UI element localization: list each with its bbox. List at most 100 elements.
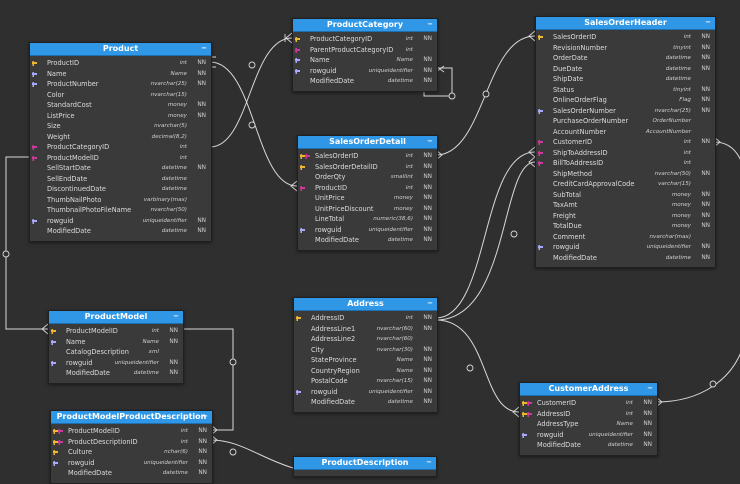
column-row[interactable]: ModifiedDate datetime NN [51, 468, 212, 479]
column-row[interactable]: ProductCategoryID int NN [293, 34, 437, 45]
column-row[interactable]: rowguid uniqueidentifier NN [293, 66, 437, 77]
column-row[interactable]: OnlineOrderFlag Flag NN [536, 95, 715, 106]
column-row[interactable]: ProductCategoryID int [30, 142, 211, 153]
column-row[interactable]: ModifiedDate datetime NN [294, 397, 437, 408]
column-row[interactable]: ListPrice money NN [30, 111, 211, 122]
minus-icon[interactable]: − [426, 136, 434, 148]
column-row[interactable]: SellStartDate datetime NN [30, 163, 211, 174]
column-row[interactable]: Color nvarchar(15) [30, 90, 211, 101]
entity-product[interactable]: Product − ProductID int NN Name Name NN ProductN… [29, 42, 212, 242]
column-row[interactable]: SalesOrderNumber nvarchar(25) NN [536, 106, 715, 117]
column-row[interactable]: City nvarchar(30) NN [294, 345, 437, 356]
column-row[interactable]: ModifiedDate datetime NN [293, 76, 437, 87]
minus-icon[interactable]: − [200, 43, 208, 55]
column-row[interactable]: rowguid uniqueidentifier NN [536, 242, 715, 253]
column-row[interactable]: CountryRegion Name NN [294, 366, 437, 377]
minus-icon[interactable]: − [704, 17, 712, 29]
entity-productmodel[interactable]: ProductModel − ProductModelID int NN Name Name… [48, 310, 184, 384]
column-row[interactable]: Freight money NN [536, 211, 715, 222]
column-row[interactable]: RevisionNumber tinyint NN [536, 43, 715, 54]
column-row[interactable]: ProductModelID int NN [49, 326, 183, 337]
column-row[interactable]: Status tinyint NN [536, 85, 715, 96]
column-row[interactable]: DiscontinuedDate datetime [30, 184, 211, 195]
column-row[interactable]: ProductID int NN [30, 58, 211, 69]
entity-header[interactable]: Address − [294, 298, 437, 311]
column-row[interactable]: Comment nvarchar(max) [536, 232, 715, 243]
entity-header[interactable]: Product − [30, 43, 211, 56]
column-row[interactable]: ShipMethod nvarchar(50) NN [536, 169, 715, 180]
column-row[interactable]: rowguid uniqueidentifier NN [294, 387, 437, 398]
minus-icon[interactable]: − [425, 457, 433, 469]
column-row[interactable]: Culture nchar(6) NN [51, 447, 212, 458]
column-row[interactable]: PostalCode nvarchar(15) NN [294, 376, 437, 387]
entity-salesorderdetail[interactable]: SalesOrderDetail − SalesOrderID int NN SalesO… [297, 135, 438, 251]
column-row[interactable]: rowguid uniqueidentifier NN [51, 458, 212, 469]
column-row[interactable]: rowguid uniqueidentifier NN [298, 225, 437, 236]
column-row[interactable]: AddressID int NN [520, 409, 657, 420]
entity-header[interactable]: ProductDescription − [294, 457, 436, 470]
column-row[interactable]: AddressType Name NN [520, 419, 657, 430]
column-row[interactable]: Name Name NN [49, 337, 183, 348]
column-row[interactable]: CatalogDescription xml [49, 347, 183, 358]
entity-productmodelproductdescription[interactable]: ProductModelProductDescription − ProductMo… [50, 410, 213, 484]
minus-icon[interactable]: − [201, 411, 209, 423]
column-row[interactable]: AddressLine2 nvarchar(60) [294, 334, 437, 345]
column-row[interactable]: OrderQty smallint NN [298, 172, 437, 183]
column-row[interactable]: Weight decimal(8,2) [30, 132, 211, 143]
column-row[interactable]: SubTotal money NN [536, 190, 715, 201]
column-row[interactable]: OrderDate datetime NN [536, 53, 715, 64]
entity-header[interactable]: SalesOrderDetail − [298, 136, 437, 149]
column-row[interactable]: CustomerID int NN [536, 137, 715, 148]
column-row[interactable]: ModifiedDate datetime NN [520, 440, 657, 451]
column-row[interactable]: Name Name NN [30, 69, 211, 80]
entity-header[interactable]: ProductCategory − [293, 19, 437, 32]
column-row[interactable]: CustomerID int NN [520, 398, 657, 409]
column-row[interactable]: SalesOrderID int NN [536, 32, 715, 43]
entity-salesorderheader[interactable]: SalesOrderHeader − SalesOrderID int NN Revisi… [535, 16, 716, 268]
column-row[interactable]: SellEndDate datetime [30, 174, 211, 185]
column-row[interactable]: ModifiedDate datetime NN [30, 226, 211, 237]
entity-header[interactable]: ProductModelProductDescription − [51, 411, 212, 424]
column-row[interactable]: rowguid uniqueidentifier NN [30, 216, 211, 227]
column-row[interactable]: AddressLine1 nvarchar(60) NN [294, 324, 437, 335]
column-row[interactable]: UnitPriceDiscount money NN [298, 204, 437, 215]
minus-icon[interactable]: − [426, 298, 434, 310]
column-row[interactable]: ModifiedDate datetime NN [298, 235, 437, 246]
column-row[interactable]: ThumbnailPhotoFileName nvarchar(50) [30, 205, 211, 216]
column-row[interactable]: PurchaseOrderNumber OrderNumber [536, 116, 715, 127]
column-row[interactable]: LineTotal numeric(38,6) NN [298, 214, 437, 225]
column-row[interactable]: UnitPrice money NN [298, 193, 437, 204]
column-row[interactable]: Size nvarchar(5) [30, 121, 211, 132]
entity-address[interactable]: Address − AddressID int NN AddressLine1 nvarch… [293, 297, 438, 413]
entity-header[interactable]: SalesOrderHeader − [536, 17, 715, 30]
column-row[interactable]: ProductModelID int [30, 153, 211, 164]
column-row[interactable]: AddressID int NN [294, 313, 437, 324]
entity-productcategory[interactable]: ProductCategory − ProductCategoryID int NN Pa… [292, 18, 438, 92]
column-row[interactable]: ThumbNailPhoto varbinary(max) [30, 195, 211, 206]
entity-header[interactable]: CustomerAddress − [520, 383, 657, 396]
column-row[interactable]: StandardCost money NN [30, 100, 211, 111]
minus-icon[interactable]: − [646, 383, 654, 395]
column-row[interactable]: rowguid uniqueidentifier NN [49, 358, 183, 369]
column-row[interactable]: StateProvince Name NN [294, 355, 437, 366]
column-row[interactable]: ModifiedDate datetime NN [536, 253, 715, 264]
column-row[interactable]: ModifiedDate datetime NN [49, 368, 183, 379]
column-row[interactable]: Name Name NN [293, 55, 437, 66]
column-row[interactable]: SalesOrderDetailID int NN [298, 162, 437, 173]
entity-productdescription[interactable]: ProductDescription − [293, 456, 437, 477]
er-diagram-canvas[interactable]: Product − ProductID int NN Name Name NN ProductN… [0, 0, 740, 484]
entity-header[interactable]: ProductModel − [49, 311, 183, 324]
column-row[interactable]: ProductNumber nvarchar(25) NN [30, 79, 211, 90]
column-row[interactable]: ShipToAddressID int [536, 148, 715, 159]
column-row[interactable]: CreditCardApprovalCode varchar(15) [536, 179, 715, 190]
column-row[interactable]: SalesOrderID int NN [298, 151, 437, 162]
column-row[interactable]: BillToAddressID int [536, 158, 715, 169]
column-row[interactable]: ShipDate datetime [536, 74, 715, 85]
column-row[interactable]: ProductID int NN [298, 183, 437, 194]
column-row[interactable]: ProductDescriptionID int NN [51, 437, 212, 448]
column-row[interactable]: ProductModelID int NN [51, 426, 212, 437]
column-row[interactable]: TotalDue money NN [536, 221, 715, 232]
minus-icon[interactable]: − [172, 311, 180, 323]
entity-customeraddress[interactable]: CustomerAddress − CustomerID int NN AddressID… [519, 382, 658, 456]
column-row[interactable]: ParentProductCategoryID int [293, 45, 437, 56]
